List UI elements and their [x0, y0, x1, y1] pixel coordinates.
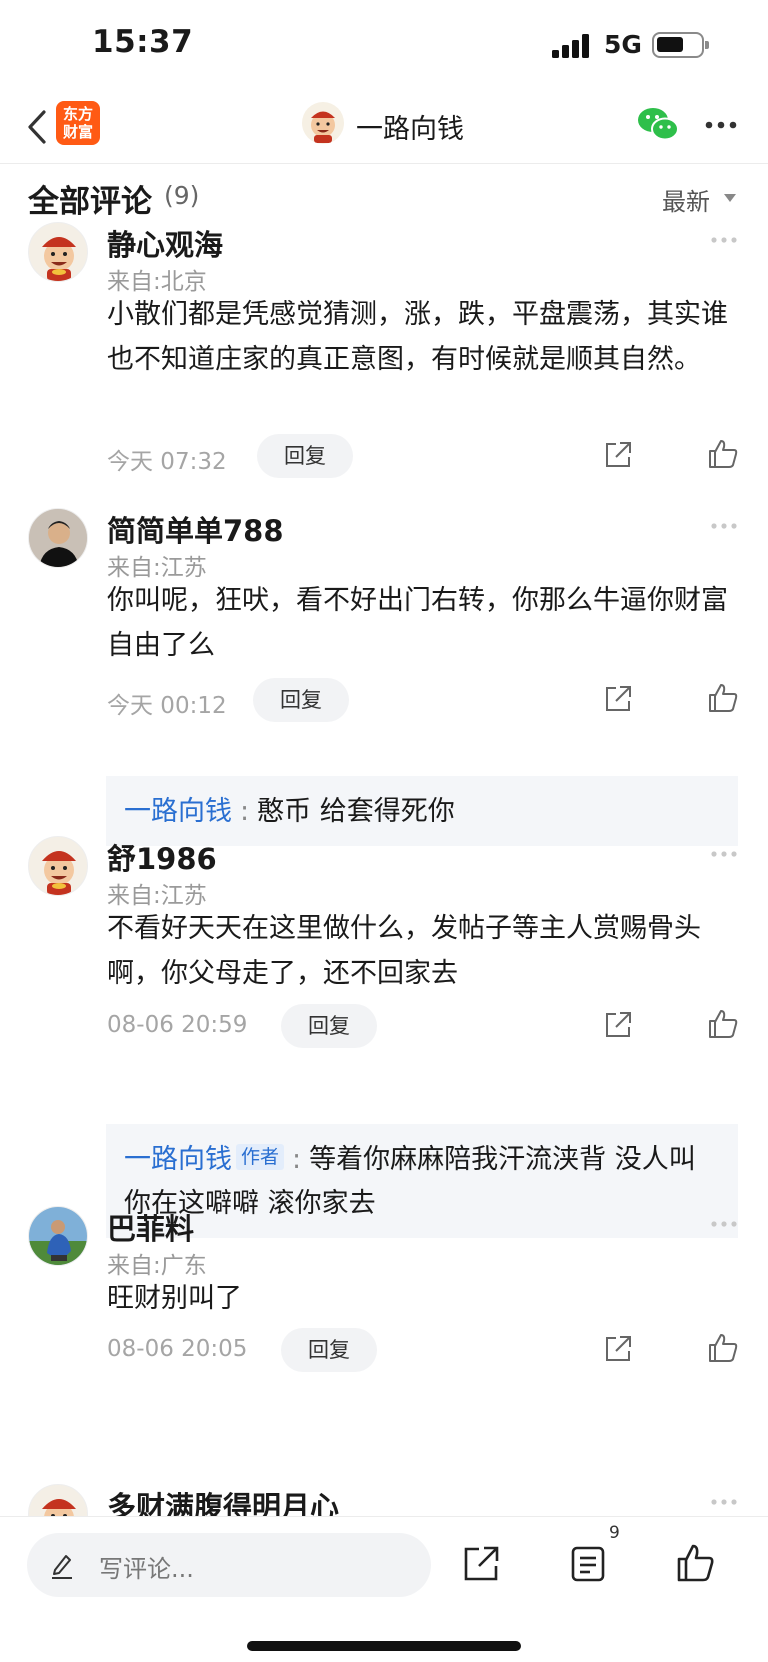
cartoon-avatar-icon — [42, 237, 76, 281]
thumbs-up-icon[interactable] — [676, 1543, 714, 1583]
reply-author[interactable]: 一路向钱 — [124, 796, 232, 827]
comment-meta: 今天 00:12 回复 — [107, 678, 743, 722]
more-icon[interactable] — [710, 236, 738, 244]
comments-list-icon[interactable] — [570, 1545, 606, 1583]
more-icon[interactable] — [710, 1220, 738, 1228]
thumbs-up-icon[interactable] — [707, 438, 739, 470]
signal-icon — [552, 34, 592, 58]
comment-author[interactable]: 多财满腹得明月心 — [107, 1484, 339, 1516]
share-icon[interactable] — [603, 1334, 633, 1364]
comment-meta: 08-06 20:59 回复 — [107, 1004, 743, 1048]
more-icon[interactable] — [710, 522, 738, 530]
status-time: 15:37 — [92, 24, 194, 60]
comment-time: 08-06 20:59 — [107, 1012, 248, 1038]
reply-button[interactable]: 回复 — [253, 678, 349, 722]
bottom-bar: 写评论... 9 — [0, 1516, 768, 1662]
photo-avatar-icon — [29, 509, 87, 567]
cartoon-avatar-icon — [42, 851, 76, 895]
comment-author[interactable]: 静心观海 — [107, 222, 223, 264]
comment-time: 08-06 20:05 — [107, 1336, 248, 1362]
section-title: 全部评论 — [28, 184, 152, 220]
nav-title: 一路向钱 — [356, 114, 464, 145]
share-icon[interactable] — [603, 1010, 633, 1040]
share-icon[interactable] — [603, 440, 633, 470]
caret-down-icon[interactable] — [724, 194, 736, 202]
cartoon-avatar-icon — [311, 111, 335, 143]
status-bar: 15:37 5G — [0, 0, 768, 90]
comment-input[interactable]: 写评论... — [27, 1533, 431, 1597]
sort-dropdown[interactable]: 最新 — [662, 182, 710, 217]
battery-icon — [652, 32, 709, 58]
comment-body: 小散们都是凭感觉猜测，涨，跌，平盘震荡，其实谁也不知道庄家的真正意图，有时候就是… — [107, 299, 728, 375]
app-logo[interactable]: 东方 财富 — [56, 101, 100, 145]
comment-location: 来自:江苏 — [107, 555, 207, 581]
comment-author[interactable]: 舒1986 — [107, 836, 217, 878]
avatar[interactable] — [28, 222, 88, 282]
comment-item: 多财满腹得明月心 — [0, 1484, 768, 1516]
cartoon-avatar-icon — [42, 1499, 76, 1516]
reply-button[interactable]: 回复 — [257, 434, 353, 478]
avatar[interactable] — [28, 1206, 88, 1266]
avatar[interactable] — [28, 836, 88, 896]
share-icon[interactable] — [462, 1545, 500, 1583]
thumbs-up-icon[interactable] — [707, 1332, 739, 1364]
comment-body: 不看好天天在这里做什么，发帖子等主人赏赐骨头啊，你父母走了，还不回家去 — [107, 913, 701, 989]
avatar[interactable] — [28, 508, 88, 568]
reply-colon: : — [292, 1144, 302, 1175]
comment-author[interactable]: 巴菲料 — [107, 1206, 194, 1248]
wechat-icon[interactable] — [636, 104, 680, 144]
nav-bar: 东方 财富 一路向钱 — [0, 90, 768, 164]
comment-count-badge: 9 — [609, 1523, 620, 1543]
reply-button[interactable]: 回复 — [281, 1328, 377, 1372]
author-badge: 作者 — [236, 1144, 285, 1170]
more-icon[interactable] — [704, 120, 738, 130]
comment-placeholder: 写评论... — [99, 1555, 194, 1583]
reply-colon: : — [240, 796, 250, 827]
network-label: 5G — [604, 30, 642, 59]
pen-icon — [52, 1555, 72, 1579]
thumbs-up-icon[interactable] — [707, 682, 739, 714]
comment-location: 来自:广东 — [107, 1253, 207, 1279]
photo-avatar-icon — [29, 1207, 87, 1265]
comment-author[interactable]: 简简单单788 — [107, 508, 284, 550]
comment-meta: 08-06 20:05 回复 — [107, 1328, 743, 1372]
home-indicator — [247, 1641, 521, 1651]
reply-author[interactable]: 一路向钱 — [124, 1144, 232, 1175]
comment-time: 今天 07:32 — [107, 449, 227, 475]
comment-location: 来自:江苏 — [107, 883, 207, 909]
comments-header: 全部评论 (9) 最新 — [0, 166, 768, 226]
comment-body: 旺财别叫了 — [107, 1283, 242, 1314]
thumbs-up-icon[interactable] — [707, 1008, 739, 1040]
comment-time: 今天 00:12 — [107, 693, 227, 719]
share-icon[interactable] — [603, 684, 633, 714]
comment-meta: 今天 07:32 回复 — [107, 434, 743, 478]
reply-button[interactable]: 回复 — [281, 1004, 377, 1048]
comment-count: (9) — [164, 181, 200, 210]
more-icon[interactable] — [710, 1498, 738, 1506]
reply-text: 憨币 给套得死你 — [257, 796, 455, 827]
comment-location: 来自:北京 — [107, 269, 207, 295]
reply-thread[interactable]: 一路向钱 作者: 等着你麻麻陪我汗流浃背 没人叫你在这噼噼 滚你家去 — [106, 1124, 738, 1238]
avatar[interactable] — [28, 1484, 88, 1516]
chevron-left-icon[interactable] — [24, 108, 54, 146]
more-icon[interactable] — [710, 850, 738, 858]
comment-body: 你叫呢，狂吠，看不好出门右转，你那么牛逼你财富自由了么 — [107, 585, 728, 661]
nav-avatar[interactable] — [302, 102, 344, 144]
